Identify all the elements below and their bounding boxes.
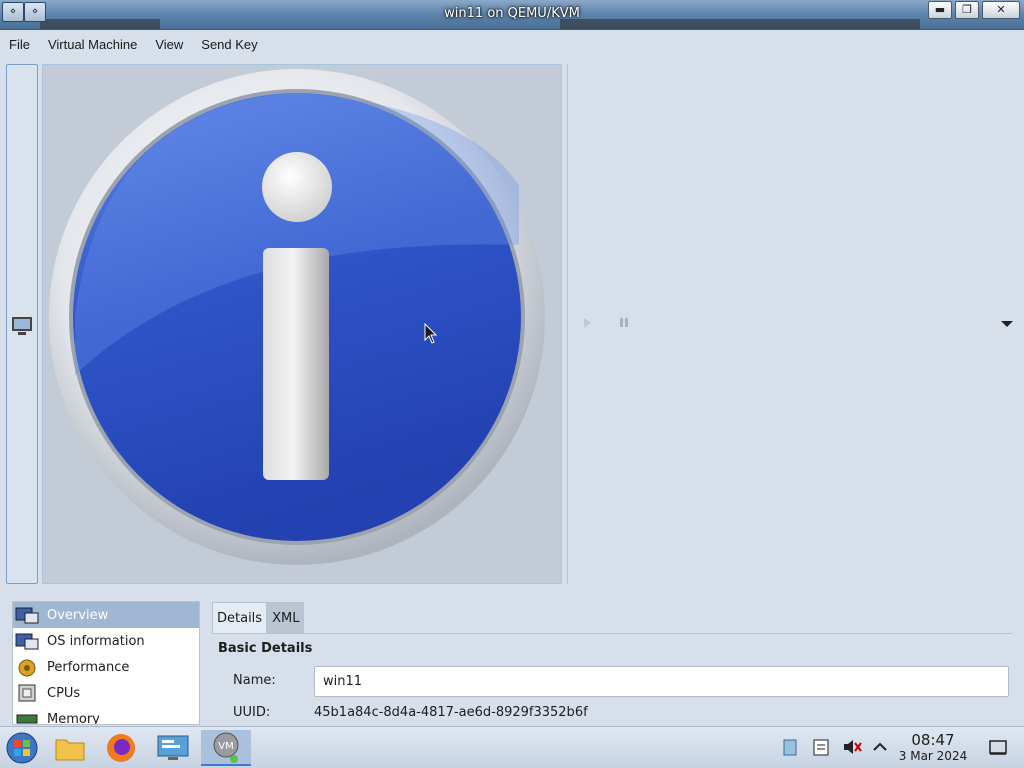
clipboard-tray-icon[interactable] (781, 737, 799, 757)
maximize-button[interactable]: ❐ (955, 1, 979, 19)
vm-console-screen[interactable] (42, 64, 562, 584)
volume-muted-icon[interactable] (842, 737, 862, 757)
uuid-label: UUID: (233, 705, 271, 720)
menu-virtual-machine[interactable]: Virtual Machine (39, 31, 146, 59)
monitor-icon[interactable] (12, 317, 32, 335)
section-title: Basic Details (218, 641, 313, 656)
memory-icon (15, 709, 39, 724)
folder-icon (55, 739, 85, 761)
overview-icon (15, 605, 39, 625)
details-nav-list: Overview OS information Performance CPUs… (12, 601, 200, 725)
nav-item-os-information[interactable]: OS information (13, 628, 199, 654)
tab-details[interactable]: Details (212, 602, 268, 633)
start-orb-icon (6, 732, 38, 764)
nav-item-performance[interactable]: Performance (13, 654, 199, 680)
taskbar-firefox[interactable] (101, 730, 141, 766)
nav-item-label: Memory (47, 711, 100, 725)
menu-file[interactable]: File (9, 31, 39, 59)
chevron-up-icon[interactable] (871, 737, 889, 757)
remote-desktop-icon (157, 735, 189, 760)
nav-item-label: OS information (47, 633, 145, 649)
firefox-icon (107, 734, 135, 762)
pane-splitter[interactable] (567, 64, 568, 584)
clock-date: 3 Mar 2024 (898, 749, 968, 763)
taskbar: VM 08:47 3 Mar 2024 (0, 726, 1024, 768)
info-icon (49, 69, 545, 565)
performance-icon (15, 657, 39, 677)
menu-send-key[interactable]: Send Key (192, 31, 266, 59)
menu-view[interactable]: View (146, 31, 192, 59)
dropdown-arrow-icon[interactable] (1001, 321, 1013, 327)
pause-icon[interactable] (620, 318, 628, 327)
play-icon[interactable] (584, 318, 591, 328)
window-title: win11 on QEMU/KVM (444, 6, 580, 21)
clock-time: 08:47 (911, 731, 955, 749)
name-label: Name: (233, 673, 276, 688)
details-tabs: Details XML (212, 602, 305, 633)
close-button[interactable]: ✕ (982, 1, 1020, 19)
minimize-button[interactable]: ▬ (928, 1, 952, 19)
name-input[interactable] (314, 666, 1009, 697)
nav-item-memory[interactable]: Memory (13, 706, 199, 725)
taskbar-clock[interactable]: 08:47 3 Mar 2024 (894, 732, 972, 764)
menu-bar: File Virtual Machine View Send Key (0, 31, 1024, 59)
console-side-panel[interactable] (6, 64, 38, 584)
tab-divider (212, 633, 1012, 634)
tab-xml[interactable]: XML (267, 602, 305, 633)
taskbar-remote-desktop[interactable] (153, 730, 193, 766)
notes-tray-icon[interactable] (812, 737, 830, 757)
taskbar-file-manager[interactable] (50, 730, 90, 766)
mouse-cursor-icon (424, 323, 438, 344)
nav-item-cpus[interactable]: CPUs (13, 680, 199, 706)
show-desktop-icon[interactable] (988, 737, 1008, 757)
virt-manager-icon: VM (213, 732, 239, 763)
uuid-value: 45b1a84c-8d4a-4817-ae6d-8929f3352b6f (314, 705, 588, 720)
window-titlebar[interactable]: ⋄ ⋄ win11 on QEMU/KVM ▬ ❐ ✕ (0, 0, 1024, 30)
nav-item-label: Overview (47, 607, 109, 623)
nav-item-label: Performance (47, 659, 130, 675)
cpu-icon (15, 683, 39, 703)
taskbar-virt-manager[interactable]: VM (201, 730, 251, 766)
nav-item-label: CPUs (47, 685, 81, 701)
svg-text:VM: VM (218, 741, 233, 752)
os-info-icon (15, 631, 39, 651)
start-menu-button[interactable] (2, 730, 42, 766)
nav-item-overview[interactable]: Overview (13, 602, 199, 628)
